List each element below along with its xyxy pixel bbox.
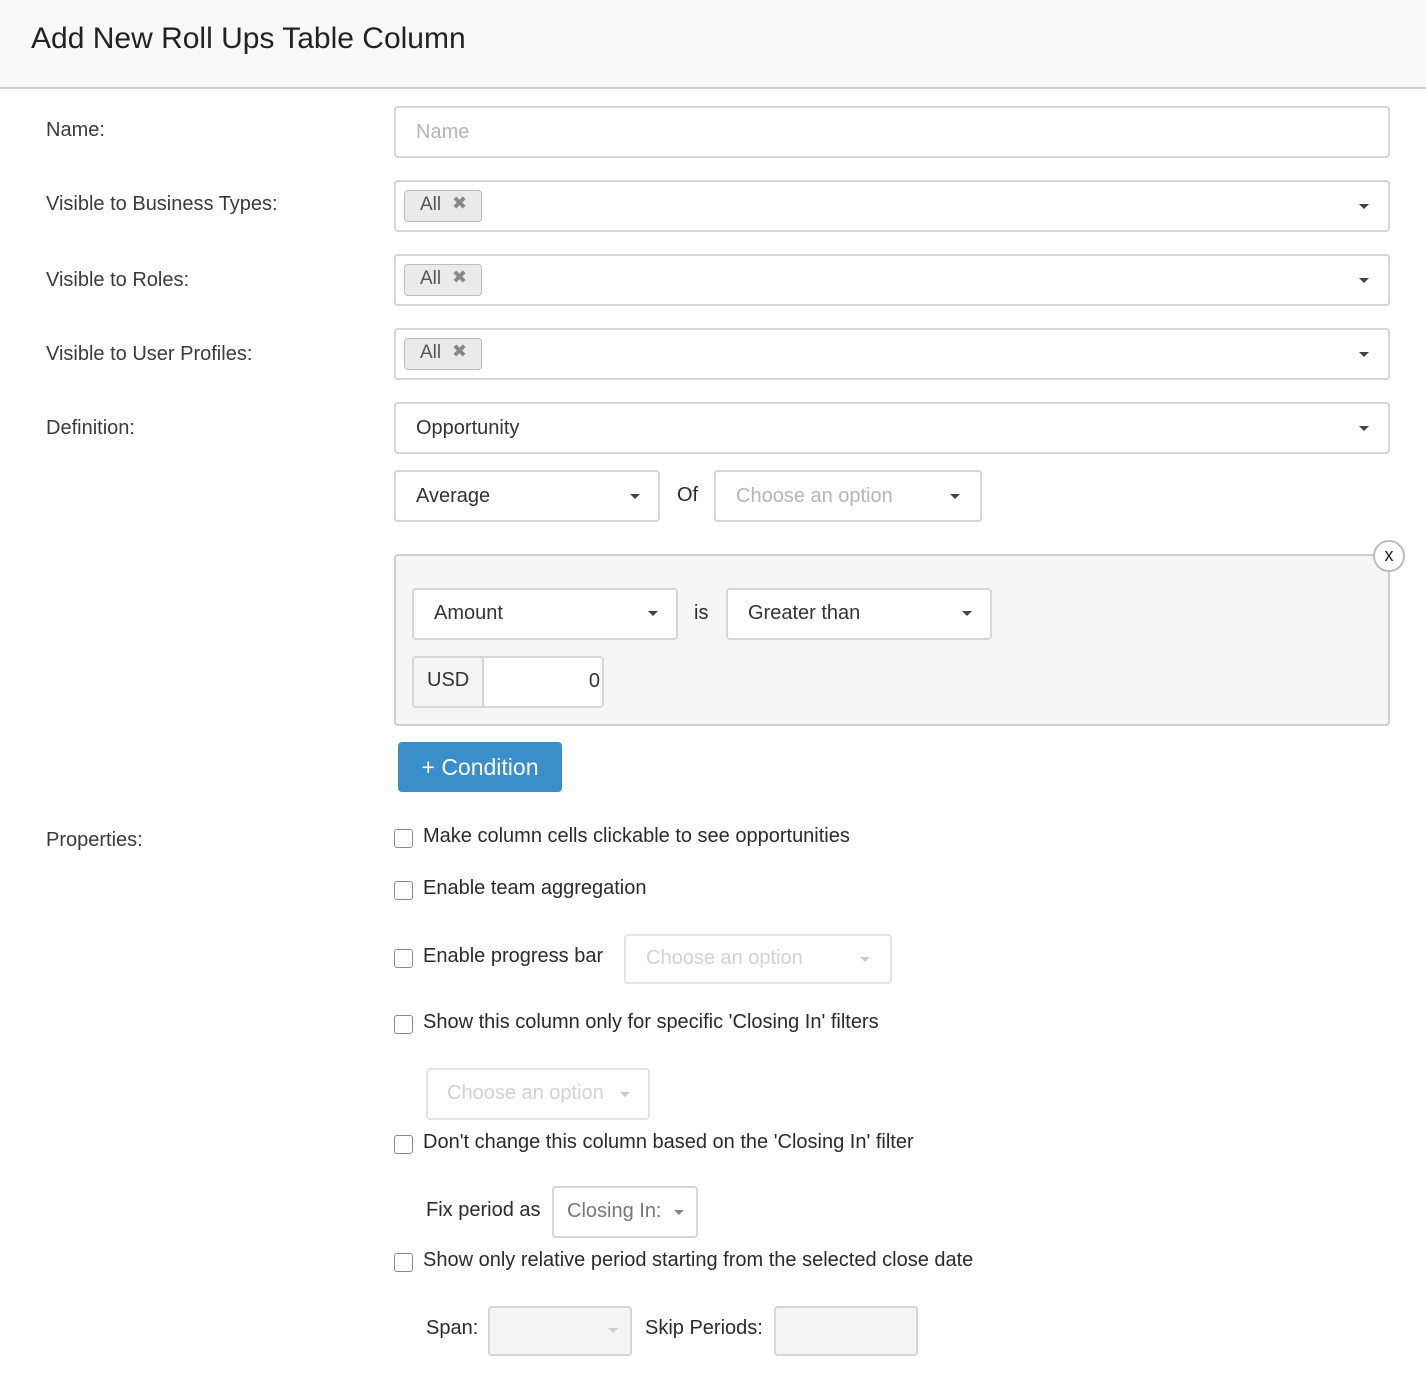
chevron-down-icon — [1359, 426, 1369, 431]
chevron-down-icon — [620, 1092, 630, 1097]
span-label: Span: — [426, 1317, 479, 1339]
tag-remove-icon[interactable]: ✖ — [452, 267, 467, 288]
user-profiles-label: Visible to User Profiles: — [46, 343, 253, 365]
fix-period-label: Fix period as — [426, 1199, 541, 1221]
is-label: is — [694, 602, 709, 624]
progress-bar-label: Enable progress bar — [423, 945, 604, 967]
chevron-down-icon — [648, 611, 658, 616]
condition-panel: Amount is Greater than USD 0 — [394, 554, 1390, 726]
condition-value: 0 — [588, 670, 600, 692]
roles-label: Visible to Roles: — [46, 269, 190, 291]
chevron-down-icon — [962, 611, 972, 616]
chevron-down-icon — [630, 494, 640, 499]
closing-in-checkbox[interactable] — [394, 1015, 413, 1034]
skip-periods-label: Skip Periods: — [645, 1317, 763, 1339]
name-label: Name: — [46, 119, 105, 141]
chevron-down-icon — [608, 1328, 618, 1333]
of-label: Of — [677, 484, 699, 506]
closing-in-placeholder: Choose an option — [447, 1082, 604, 1104]
tag-remove-icon[interactable]: ✖ — [452, 193, 467, 214]
of-field-placeholder: Choose an option — [736, 485, 893, 507]
aggregate-value: Average — [416, 485, 491, 507]
clickable-label: Make column cells clickable to see oppor… — [423, 825, 850, 847]
team-aggregation-label: Enable team aggregation — [423, 877, 647, 899]
definition-label: Definition: — [46, 417, 135, 439]
name-input[interactable]: Name — [394, 106, 1390, 158]
condition-field-select[interactable]: Amount — [412, 588, 678, 640]
progress-bar-checkbox[interactable] — [394, 949, 413, 968]
tag-label: All — [420, 194, 442, 215]
of-field-select[interactable]: Choose an option — [714, 470, 982, 522]
remove-condition-button[interactable]: x — [1373, 540, 1405, 572]
chevron-down-icon — [950, 494, 960, 499]
properties-label: Properties: — [46, 829, 143, 851]
condition-field-value: Amount — [434, 602, 503, 624]
progress-bar-placeholder: Choose an option — [646, 947, 803, 969]
tag-remove-icon[interactable]: ✖ — [452, 341, 467, 362]
business-types-tag: All ✖ — [404, 190, 482, 222]
currency-addon: USD — [427, 669, 470, 691]
user-profiles-select[interactable]: All ✖ — [394, 328, 1390, 380]
clickable-checkbox[interactable] — [394, 829, 413, 848]
add-condition-button[interactable]: + Condition — [398, 742, 562, 792]
business-types-select[interactable]: All ✖ — [394, 180, 1390, 232]
condition-value-group: USD 0 — [412, 656, 604, 708]
name-placeholder: Name — [416, 121, 470, 143]
roles-select[interactable]: All ✖ — [394, 254, 1390, 306]
definition-value: Opportunity — [416, 417, 520, 439]
span-select[interactable] — [488, 1306, 632, 1356]
fix-period-value: Closing In: — [567, 1200, 662, 1222]
dialog-header: Add New Roll Ups Table Column — [0, 0, 1426, 89]
fix-period-select[interactable]: Closing In: — [552, 1186, 698, 1238]
closing-in-select[interactable]: Choose an option — [426, 1068, 650, 1120]
chevron-down-icon — [1359, 204, 1369, 209]
relative-period-label: Show only relative period starting from … — [423, 1249, 974, 1271]
tag-label: All — [420, 342, 442, 363]
dont-change-checkbox[interactable] — [394, 1135, 413, 1154]
dont-change-label: Don't change this column based on the 'C… — [423, 1131, 914, 1153]
progress-bar-select[interactable]: Choose an option — [624, 934, 892, 984]
dialog-title: Add New Roll Ups Table Column — [31, 22, 466, 55]
chevron-down-icon — [674, 1210, 684, 1215]
tag-label: All — [420, 268, 442, 289]
condition-value-input[interactable]: 0 — [482, 658, 602, 706]
definition-select[interactable]: Opportunity — [394, 402, 1390, 454]
condition-operator-select[interactable]: Greater than — [726, 588, 992, 640]
chevron-down-icon — [860, 957, 870, 962]
relative-period-checkbox[interactable] — [394, 1253, 413, 1272]
skip-periods-input[interactable] — [774, 1306, 918, 1356]
condition-operator-value: Greater than — [748, 602, 861, 624]
aggregate-select[interactable]: Average — [394, 470, 660, 522]
user-profiles-tag: All ✖ — [404, 338, 482, 370]
team-aggregation-checkbox[interactable] — [394, 881, 413, 900]
chevron-down-icon — [1359, 352, 1369, 357]
chevron-down-icon — [1359, 278, 1369, 283]
closing-in-label: Show this column only for specific 'Clos… — [423, 1011, 879, 1033]
roles-tag: All ✖ — [404, 264, 482, 296]
business-types-label: Visible to Business Types: — [46, 193, 278, 215]
